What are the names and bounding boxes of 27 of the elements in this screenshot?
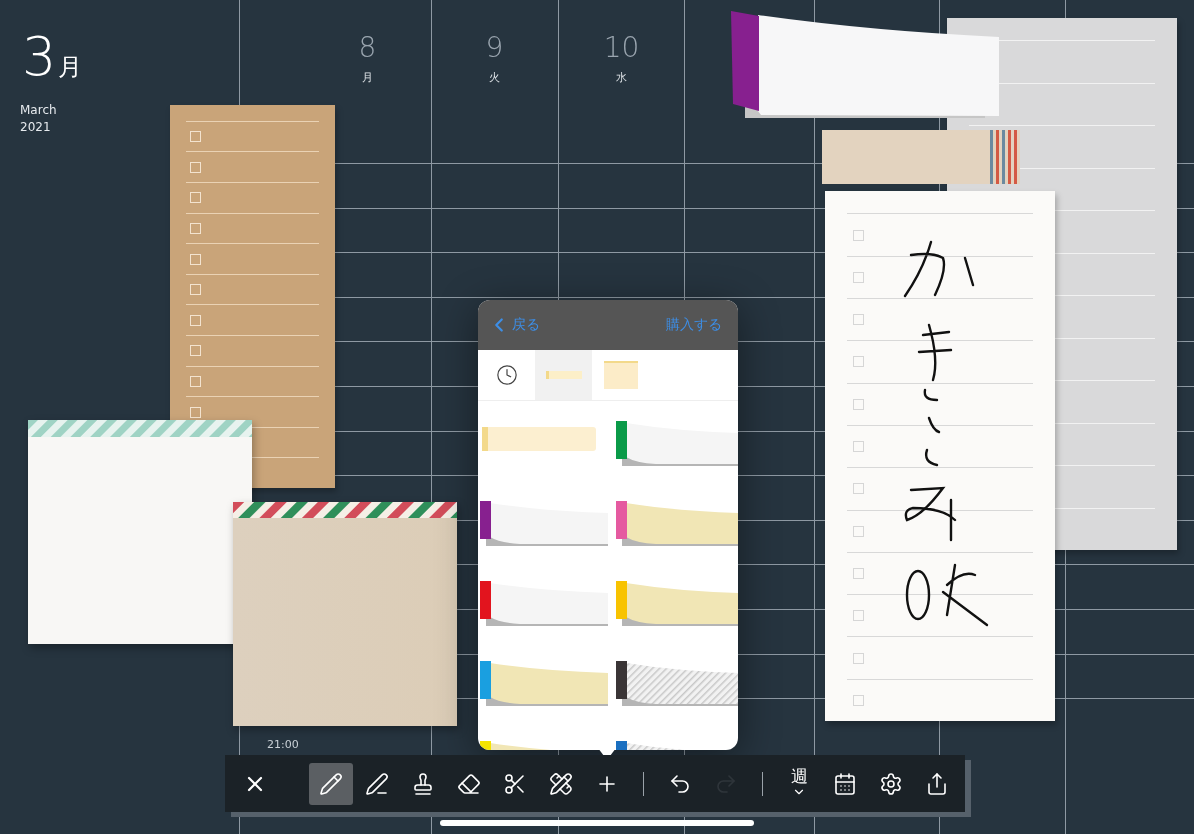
year-label: 2021 [20,119,52,136]
time-label: 21:00 [267,738,299,751]
weekday-label: 水 [616,70,627,85]
weekday-label: 火 [489,70,500,85]
pencil-icon [319,771,343,796]
stamp-icon [411,771,435,796]
pencil-tool-button[interactable] [309,762,353,805]
calendar-icon [833,771,857,796]
settings-icon [879,771,903,796]
day-number: 10 [603,32,640,64]
buy-button[interactable]: 購入する [664,314,724,336]
month-number: 3 [22,30,57,84]
share-icon [925,771,949,796]
scissors-icon [503,771,527,796]
note-preview-icon [603,361,638,389]
tape-preview-icon [545,369,582,381]
clock-icon [495,364,518,386]
day-number: 9 [485,32,504,64]
day-number: 8 [358,32,377,64]
week-view-button[interactable]: 週 [777,762,821,805]
back-button[interactable]: 戻る [486,312,542,338]
pen-icon [365,771,389,796]
month-unit: 月 [58,52,83,83]
eraser-icon [457,771,481,796]
weekday-label: 月 [362,70,373,85]
month-name: March [20,102,58,119]
ruler-pencil-icon [549,771,573,796]
